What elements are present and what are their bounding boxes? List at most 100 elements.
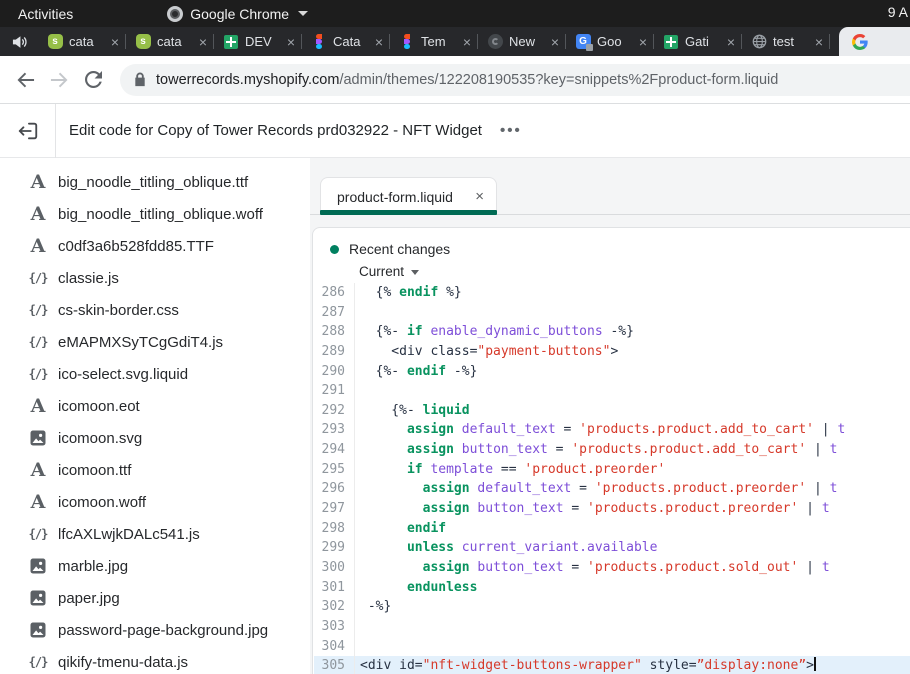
app-menu[interactable]: Google Chrome (167, 6, 308, 22)
globe-favicon (752, 34, 767, 49)
close-tab-icon[interactable]: × (111, 35, 119, 49)
code-line-296[interactable]: 296 assign default_text = 'products.prod… (314, 479, 910, 499)
file-item[interactable]: {/}classie.js (0, 262, 282, 294)
font-file-icon: A (31, 492, 46, 512)
file-item[interactable]: Ac0df3a6b528fdd85.TTF (0, 230, 282, 262)
code-line-content: {%- endif -%} (355, 362, 477, 382)
browser-tab-tem[interactable]: Tem× (390, 27, 478, 56)
close-tab-icon[interactable]: × (551, 35, 559, 49)
line-number: 304 (314, 637, 355, 657)
code-line-292[interactable]: 292 {%- liquid (314, 401, 910, 421)
tab-audio-speaker-icon[interactable] (0, 27, 38, 56)
browser-tab-label: DEV (245, 34, 281, 49)
close-tab-icon[interactable]: × (463, 35, 471, 49)
browser-tab-active-partial[interactable] (839, 27, 910, 56)
file-item[interactable]: Aicomoon.ttf (0, 454, 282, 486)
file-item[interactable]: Aicomoon.woff (0, 486, 282, 518)
browser-tab-cata[interactable]: scata× (38, 27, 126, 56)
close-tab-icon[interactable]: × (287, 35, 295, 49)
browser-tab-cata[interactable]: scata× (126, 27, 214, 56)
version-dropdown[interactable]: Current (359, 264, 910, 279)
close-tab-icon[interactable]: × (727, 35, 735, 49)
lock-icon[interactable] (134, 72, 146, 87)
browser-tab-label: cata (69, 34, 105, 49)
font-file-icon: A (31, 236, 46, 256)
close-tab-icon[interactable]: × (199, 35, 207, 49)
file-item[interactable]: {/}lfcAXLwjkDALc541.js (0, 518, 282, 550)
code-line-290[interactable]: 290 {%- endif -%} (314, 362, 910, 382)
line-number: 286 (314, 283, 355, 303)
code-line-content: endunless (355, 578, 477, 598)
file-item[interactable]: Aicomoon.eot (0, 390, 282, 422)
code-line-289[interactable]: 289 <div class="payment-buttons"> (314, 342, 910, 362)
address-bar[interactable]: towerrecords.myshopify.com/admin/themes/… (120, 64, 910, 96)
code-line-299[interactable]: 299 unless current_variant.available (314, 538, 910, 558)
more-actions-button[interactable]: ••• (500, 122, 522, 139)
file-item[interactable]: password-page-background.jpg (0, 614, 282, 646)
exit-code-editor-button[interactable] (0, 104, 56, 158)
file-item[interactable]: {/}eMAPMXSyTCgGdiT4.js (0, 326, 282, 358)
file-item[interactable]: {/}ico-select.svg.liquid (0, 358, 282, 390)
code-editor[interactable]: 286 {% endif %}287288 {%- if enable_dyna… (314, 283, 910, 674)
file-item[interactable]: {/}qikify-tmenu-data.js (0, 646, 282, 674)
code-line-content: assign default_text = 'products.product.… (355, 420, 845, 440)
browser-tab-new[interactable]: New× (478, 27, 566, 56)
line-number: 299 (314, 538, 355, 558)
code-line-298[interactable]: 298 endif (314, 519, 910, 539)
browser-tab-goo[interactable]: GGoo× (566, 27, 654, 56)
close-tab-icon[interactable]: × (475, 188, 484, 205)
code-line-304[interactable]: 304 (314, 637, 910, 657)
browser-tab-test[interactable]: test × (742, 27, 830, 56)
file-item[interactable]: Abig_noodle_titling_oblique.woff (0, 198, 282, 230)
spreadsheet-favicon (224, 35, 238, 49)
code-line-293[interactable]: 293 assign default_text = 'products.prod… (314, 420, 910, 440)
browser-tab-label: Cata (333, 34, 369, 49)
back-button[interactable] (8, 63, 42, 97)
reload-button[interactable] (76, 63, 110, 97)
code-line-297[interactable]: 297 assign button_text = 'products.produ… (314, 499, 910, 519)
code-line-286[interactable]: 286 {% endif %} (314, 283, 910, 303)
code-line-303[interactable]: 303 (314, 617, 910, 637)
code-line-291[interactable]: 291 (314, 381, 910, 401)
close-tab-icon[interactable]: × (375, 35, 383, 49)
code-line-305[interactable]: 305<div id="nft-widget-buttons-wrapper" … (314, 656, 910, 674)
code-line-content: {% endif %} (355, 283, 462, 303)
code-line-content: <div id="nft-widget-buttons-wrapper" sty… (355, 656, 816, 674)
browser-toolbar: towerrecords.myshopify.com/admin/themes/… (0, 56, 910, 104)
image-file-icon (30, 430, 46, 446)
browser-tab-label: test (773, 34, 809, 49)
google-favicon (852, 34, 868, 50)
code-line-294[interactable]: 294 assign button_text = 'products.produ… (314, 440, 910, 460)
code-line-content: <div class="payment-buttons"> (355, 342, 618, 362)
browser-tab-cata[interactable]: Cata × (302, 27, 390, 56)
code-line-300[interactable]: 300 assign button_text = 'products.produ… (314, 558, 910, 578)
code-line-content: assign button_text = 'products.product.s… (355, 558, 830, 578)
forward-button[interactable] (42, 63, 76, 97)
activities-button[interactable]: Activities (12, 4, 79, 24)
file-item[interactable]: paper.jpg (0, 582, 282, 614)
close-tab-icon[interactable]: × (639, 35, 647, 49)
file-name: icomoon.ttf (58, 462, 131, 479)
code-line-302[interactable]: 302 -%} (314, 597, 910, 617)
file-item[interactable]: icomoon.svg (0, 422, 282, 454)
code-line-295[interactable]: 295 if template == 'product.preorder' (314, 460, 910, 480)
close-tab-icon[interactable]: × (815, 35, 823, 49)
line-number: 290 (314, 362, 355, 382)
code-line-287[interactable]: 287 (314, 303, 910, 323)
line-number: 291 (314, 381, 355, 401)
line-number: 294 (314, 440, 355, 460)
file-item[interactable]: Abig_noodle_titling_oblique.ttf (0, 166, 282, 198)
browser-tab-gati[interactable]: Gati× (654, 27, 742, 56)
line-number: 303 (314, 617, 355, 637)
file-item[interactable]: {/}cs-skin-border.css (0, 294, 282, 326)
file-name: icomoon.svg (58, 430, 142, 447)
browser-tab-dev[interactable]: DEV × (214, 27, 302, 56)
file-name: c0df3a6b528fdd85.TTF (58, 238, 214, 255)
code-line-content: {%- if enable_dynamic_buttons -%} (355, 322, 634, 342)
code-line-content: assign button_text = 'products.product.p… (355, 499, 830, 519)
file-item-partial[interactable]: A (0, 158, 282, 166)
code-line-288[interactable]: 288 {%- if enable_dynamic_buttons -%} (314, 322, 910, 342)
file-item[interactable]: marble.jpg (0, 550, 282, 582)
code-line-301[interactable]: 301 endunless (314, 578, 910, 598)
active-tab-underline (320, 210, 497, 215)
